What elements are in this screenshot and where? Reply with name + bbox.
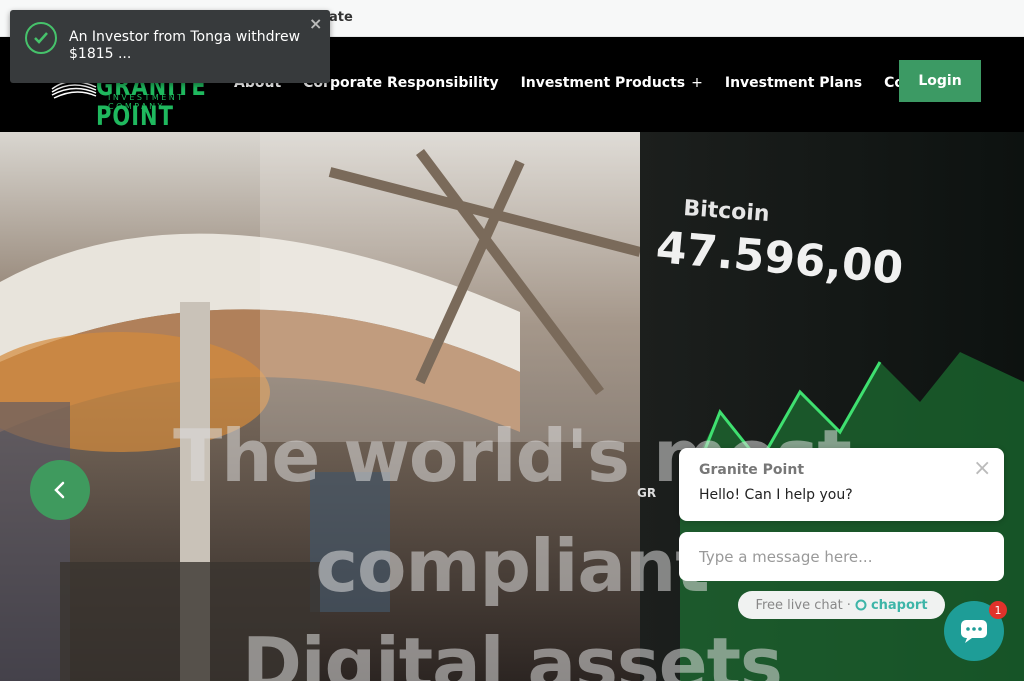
chaport-logo-icon	[855, 599, 867, 611]
chat-greeting-bubble: Granite Point Hello! Can I help you? ×	[679, 448, 1004, 521]
powered-text: Free live chat ·	[755, 597, 851, 613]
login-button[interactable]: Login	[899, 60, 981, 102]
chat-powered-by[interactable]: Free live chat · chaport	[738, 591, 945, 619]
chat-message-input[interactable]	[679, 532, 1004, 581]
nav-item-investment-products[interactable]: Investment Products +	[521, 75, 703, 91]
top-bar-text: ate	[329, 10, 353, 25]
chat-greeting-text: Hello! Can I help you?	[699, 487, 853, 503]
check-circle-icon	[25, 22, 57, 54]
nav-item-investment-products-label: Investment Products	[520, 75, 686, 91]
toast-message: An Investor from Tonga withdrew $1815 ..…	[69, 29, 301, 62]
nav-menu: About Corporate Responsibility Investmen…	[234, 75, 967, 91]
unread-badge: 1	[989, 601, 1007, 619]
logo-subtitle: INVESTMENT COMPANY	[108, 93, 185, 111]
chat-launcher-button[interactable]: 1	[944, 601, 1007, 661]
chat-close-icon[interactable]: ×	[973, 456, 991, 481]
toast-close-icon[interactable]: ×	[309, 14, 322, 33]
chat-mini-logo: GR	[637, 486, 657, 500]
chat-bubble-icon	[961, 620, 987, 643]
chevron-left-icon	[54, 481, 65, 499]
powered-brand: chaport	[870, 597, 928, 613]
nav-item-investment-plans[interactable]: Investment Plans	[725, 75, 862, 91]
expand-plus-icon[interactable]: +	[691, 75, 703, 91]
hero-headline-line-3: Digital assets	[242, 622, 783, 681]
chat-agent-name: Granite Point	[699, 462, 805, 478]
nav-item-corporate-responsibility[interactable]: Corporate Responsibility	[303, 75, 498, 91]
notification-toast: An Investor from Tonga withdrew $1815 ..…	[10, 10, 330, 83]
slider-prev-button[interactable]	[30, 460, 90, 520]
